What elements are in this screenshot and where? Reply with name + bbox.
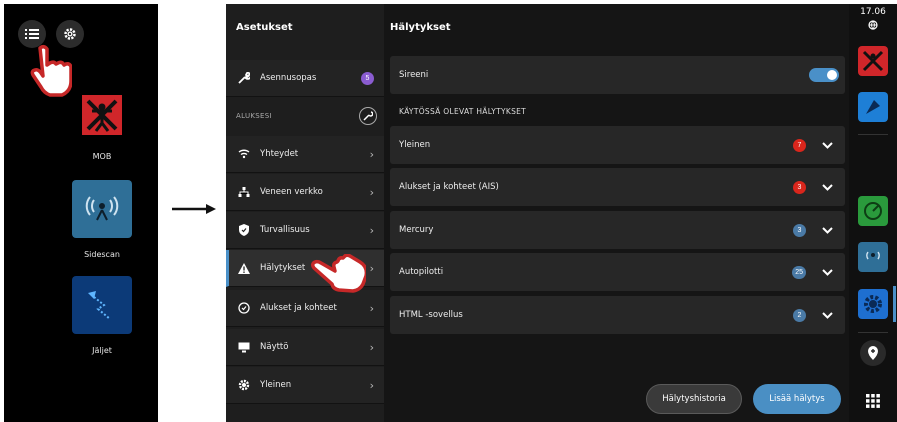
wrench-icon <box>234 72 254 84</box>
sidescan-icon <box>866 251 880 260</box>
menu-item-general[interactable]: Yleinen › <box>226 367 384 404</box>
active-alarms-header: KÄYTÖSSÄ OLEVAT HÄLYTYKSET <box>399 107 527 116</box>
active-indicator <box>893 286 896 322</box>
chevron-right-icon: › <box>369 301 374 315</box>
list-icon <box>25 29 39 39</box>
radar-icon <box>864 202 882 220</box>
alarm-row-label: Alukset ja kohteet (AIS) <box>399 182 499 192</box>
arrow-right-icon <box>172 204 216 214</box>
mob-person-icon <box>82 95 122 135</box>
alarm-count-badge: 2 <box>793 308 806 322</box>
menu-item-display[interactable]: Näyttö › <box>226 329 384 366</box>
compass-needle-icon <box>866 100 880 114</box>
clock-time: 17.06 <box>860 7 886 17</box>
menu-item-label: Asennusopas <box>260 73 317 83</box>
hand-pointer-icon <box>30 44 72 97</box>
home-screen: MOB Sidescan Jäljet <box>4 4 158 422</box>
alarm-row-label: HTML -sovellus <box>399 310 463 320</box>
wrench-circle-icon[interactable] <box>359 107 377 125</box>
tracks-app-tile[interactable] <box>72 276 132 334</box>
alarms-panel: Hälytykset Sireeni KÄYTÖSSÄ OLEVAT HÄLYT… <box>384 4 849 422</box>
chevron-right-icon: › <box>369 378 374 392</box>
alarm-history-button[interactable]: Hälytyshistoria <box>646 384 742 414</box>
alarm-count-badge: 25 <box>792 265 806 279</box>
mob-shortcut[interactable] <box>858 46 888 76</box>
globe-icon <box>868 20 878 30</box>
network-icon <box>234 186 254 198</box>
chevron-right-icon: › <box>369 261 374 275</box>
siren-row[interactable]: Sireeni <box>390 56 845 94</box>
menu-item-setup-guide[interactable]: Asennusopas 5 <box>226 60 384 97</box>
alarm-row-general[interactable]: Yleinen 7 <box>390 126 845 164</box>
warning-icon <box>234 262 254 274</box>
chevron-right-icon: › <box>369 147 374 161</box>
chevron-right-icon: › <box>369 185 374 199</box>
chevron-down-icon[interactable] <box>822 183 833 191</box>
alarm-count-badge: 3 <box>793 223 806 237</box>
mob-app-tile[interactable] <box>72 86 132 144</box>
settings-title: Asetukset <box>236 22 293 33</box>
alarm-row-autopilot[interactable]: Autopilotti 25 <box>390 253 845 291</box>
siren-label: Sireeni <box>399 70 429 80</box>
display-icon <box>234 342 254 353</box>
chevron-right-icon: › <box>369 340 374 354</box>
menu-item-connections[interactable]: Yhteydet › <box>226 136 384 173</box>
sidescan-app-label: Sidescan <box>84 250 120 259</box>
alarm-row-ais[interactable]: Alukset ja kohteet (AIS) 3 <box>390 168 845 206</box>
wifi-icon <box>234 149 254 159</box>
menu-item-boat-network[interactable]: Veneen verkko › <box>226 174 384 211</box>
alarms-title: Hälytykset <box>390 22 451 33</box>
alarm-row-mercury[interactable]: Mercury 3 <box>390 211 845 249</box>
alarm-count-badge: 7 <box>793 138 806 152</box>
chevron-down-icon[interactable] <box>822 226 833 234</box>
target-icon <box>234 302 254 314</box>
chevron-right-icon: › <box>369 223 374 237</box>
chevron-down-icon[interactable] <box>822 141 833 149</box>
settings-window: Asetukset Asennusopas 5 ALUKSESI Yhteyde… <box>226 4 897 422</box>
alarm-row-label: Autopilotti <box>399 267 444 277</box>
tracks-icon <box>88 291 111 320</box>
menu-item-label: Veneen verkko <box>260 187 323 197</box>
sidescan-shortcut[interactable] <box>858 242 888 272</box>
gear-icon <box>64 28 76 40</box>
radar-shortcut[interactable] <box>858 196 888 226</box>
sidebar-divider <box>858 134 888 135</box>
shield-icon <box>234 224 254 236</box>
chevron-down-icon[interactable] <box>822 268 833 276</box>
mob-person-icon <box>862 50 884 72</box>
sidescan-icon <box>85 196 119 221</box>
menu-item-label: Näyttö <box>260 342 289 352</box>
alarm-row-label: Yleinen <box>399 140 431 150</box>
mob-app-label: MOB <box>92 152 112 161</box>
gear-icon <box>864 295 882 313</box>
menu-item-label: Turvallisuus <box>260 225 310 235</box>
apps-grid-icon[interactable] <box>866 394 880 408</box>
menu-item-safety[interactable]: Turvallisuus › <box>226 212 384 249</box>
settings-shortcut[interactable] <box>858 289 888 319</box>
gear-icon <box>234 379 254 391</box>
siren-toggle[interactable] <box>809 68 839 82</box>
menu-item-label: Alukset ja kohteet <box>260 303 337 313</box>
settings-menu: Asetukset Asennusopas 5 ALUKSESI Yhteyde… <box>226 4 384 422</box>
add-alarm-button[interactable]: Lisää hälytys <box>753 384 841 414</box>
right-sidebar: 17.06 <box>849 4 897 422</box>
sidescan-app-tile[interactable] <box>72 180 132 238</box>
menu-item-label: Yleinen <box>260 380 292 390</box>
setup-badge: 5 <box>361 71 374 85</box>
menu-item-label: Yhteydet <box>260 149 299 159</box>
hand-pointer-icon <box>310 254 366 293</box>
sidebar-divider <box>858 332 888 333</box>
tracks-app-label: Jäljet <box>92 346 112 355</box>
waypoint-add-icon <box>868 346 878 360</box>
alarm-row-label: Mercury <box>399 225 434 235</box>
alarm-count-badge: 3 <box>793 180 806 194</box>
alarm-row-html-app[interactable]: HTML -sovellus 2 <box>390 296 845 334</box>
chevron-down-icon[interactable] <box>822 311 833 319</box>
section-label: ALUKSESI <box>236 112 272 120</box>
add-waypoint-button[interactable] <box>860 340 886 366</box>
navigation-shortcut[interactable] <box>858 92 888 122</box>
